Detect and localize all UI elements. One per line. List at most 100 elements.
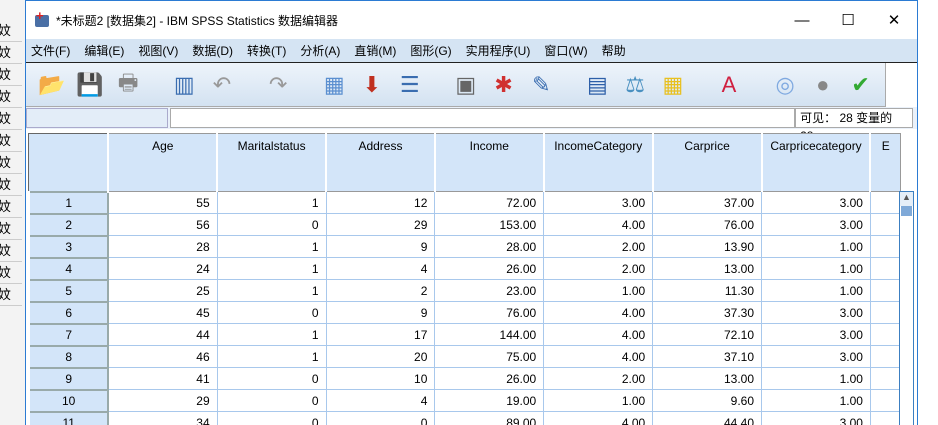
- column-header-age[interactable]: Age: [107, 133, 218, 192]
- open-icon[interactable]: 📂: [38, 69, 65, 101]
- goto-case-icon[interactable]: ▦: [321, 69, 348, 101]
- column-header-maritalstatus[interactable]: Maritalstatus: [216, 133, 327, 192]
- data-cell[interactable]: [869, 257, 902, 280]
- data-cell[interactable]: 1: [216, 191, 327, 214]
- row-header[interactable]: 4: [27, 256, 110, 281]
- data-cell[interactable]: 144.00: [434, 323, 545, 346]
- data-cell[interactable]: 41: [107, 367, 218, 390]
- data-cell[interactable]: 153.00: [434, 213, 545, 236]
- data-cell[interactable]: 76.00: [434, 301, 545, 324]
- data-cell[interactable]: [869, 345, 902, 368]
- data-cell[interactable]: 2.00: [543, 367, 654, 390]
- data-cell[interactable]: 1.00: [761, 257, 871, 280]
- row-header[interactable]: 8: [27, 344, 110, 369]
- data-cell[interactable]: 23.00: [434, 279, 545, 302]
- data-cell[interactable]: 13.00: [652, 257, 763, 280]
- row-header[interactable]: 7: [27, 322, 110, 347]
- minimize-button[interactable]: —: [779, 1, 825, 39]
- row-header[interactable]: 10: [27, 388, 110, 413]
- close-button[interactable]: ✕: [871, 1, 917, 39]
- data-cell[interactable]: 3.00: [761, 213, 871, 236]
- row-header[interactable]: 2: [27, 212, 110, 237]
- data-cell[interactable]: 72.10: [652, 323, 763, 346]
- data-cell[interactable]: 1: [216, 235, 327, 258]
- data-cell[interactable]: [869, 323, 902, 346]
- goto-variable-icon[interactable]: ⬇: [359, 69, 386, 101]
- data-cell[interactable]: 26.00: [434, 257, 545, 280]
- data-cell[interactable]: 0: [216, 411, 327, 425]
- data-cell[interactable]: 28.00: [434, 235, 545, 258]
- menu-item-2[interactable]: 视图(V): [138, 42, 178, 59]
- data-cell[interactable]: 76.00: [652, 213, 763, 236]
- data-cell[interactable]: 1: [216, 279, 327, 302]
- data-cell[interactable]: 4.00: [543, 301, 654, 324]
- data-cell[interactable]: 3.00: [761, 345, 871, 368]
- select-cases-icon[interactable]: ▦: [660, 69, 687, 101]
- find-icon[interactable]: ▣: [452, 69, 479, 101]
- data-cell[interactable]: 1.00: [543, 389, 654, 412]
- data-cell[interactable]: [869, 235, 902, 258]
- data-cell[interactable]: [869, 389, 902, 412]
- spell-check-icon[interactable]: ✔: [847, 69, 874, 101]
- data-cell[interactable]: 0: [325, 411, 436, 425]
- column-header-carprice[interactable]: Carprice: [651, 133, 763, 192]
- data-cell[interactable]: 55: [107, 191, 218, 214]
- column-header-incomecategory[interactable]: IncomeCategory: [542, 133, 654, 192]
- data-cell[interactable]: 1.00: [761, 389, 871, 412]
- data-cell[interactable]: 37.30: [652, 301, 763, 324]
- use-sets-icon[interactable]: ◎: [772, 69, 799, 101]
- row-header[interactable]: 3: [27, 234, 110, 259]
- data-cell[interactable]: 9: [325, 235, 436, 258]
- column-header-carpricecategory[interactable]: Carpricecategory: [760, 133, 871, 192]
- menu-item-9[interactable]: 窗口(W): [544, 42, 587, 59]
- data-cell[interactable]: [869, 411, 902, 425]
- menu-item-3[interactable]: 数据(D): [192, 42, 233, 59]
- data-cell[interactable]: 26.00: [434, 367, 545, 390]
- data-cell[interactable]: 13.00: [652, 367, 763, 390]
- menu-item-4[interactable]: 转换(T): [247, 42, 286, 59]
- data-cell[interactable]: 24: [107, 257, 218, 280]
- grid-corner[interactable]: [28, 133, 109, 192]
- data-cell[interactable]: 9: [325, 301, 436, 324]
- split-file-icon[interactable]: ▤: [584, 69, 611, 101]
- data-cell[interactable]: 3.00: [761, 191, 871, 214]
- data-cell[interactable]: 75.00: [434, 345, 545, 368]
- save-icon[interactable]: 💾: [76, 69, 103, 101]
- data-cell[interactable]: 29: [325, 213, 436, 236]
- data-cell[interactable]: [869, 367, 902, 390]
- data-cell[interactable]: 1.00: [761, 279, 871, 302]
- menu-item-5[interactable]: 分析(A): [300, 42, 340, 59]
- data-cell[interactable]: [869, 213, 902, 236]
- column-header-e[interactable]: E: [869, 133, 902, 192]
- cell-value-field[interactable]: [169, 108, 796, 128]
- data-cell[interactable]: 44: [107, 323, 218, 346]
- insert-cases-icon[interactable]: ✱: [490, 69, 517, 101]
- scroll-thumb[interactable]: [901, 206, 912, 216]
- data-cell[interactable]: 72.00: [434, 191, 545, 214]
- column-header-income[interactable]: Income: [433, 133, 545, 192]
- vertical-scrollbar[interactable]: ▲: [899, 191, 914, 425]
- data-cell[interactable]: 13.90: [652, 235, 763, 258]
- data-cell[interactable]: 1.00: [761, 235, 871, 258]
- data-cell[interactable]: 56: [107, 213, 218, 236]
- data-cell[interactable]: [869, 191, 902, 214]
- data-cell[interactable]: 45: [107, 301, 218, 324]
- data-cell[interactable]: 4.00: [543, 411, 654, 425]
- value-labels-icon[interactable]: A: [716, 69, 743, 101]
- data-cell[interactable]: 1.00: [761, 367, 871, 390]
- row-header[interactable]: 11: [27, 410, 110, 425]
- data-cell[interactable]: 4: [325, 389, 436, 412]
- data-cell[interactable]: 0: [216, 389, 327, 412]
- data-cell[interactable]: 11.30: [652, 279, 763, 302]
- data-cell[interactable]: 4: [325, 257, 436, 280]
- redo-icon[interactable]: ↷: [265, 69, 292, 101]
- data-cell[interactable]: 1.00: [543, 279, 654, 302]
- row-header[interactable]: 5: [27, 278, 110, 303]
- scroll-up-arrow-icon[interactable]: ▲: [900, 192, 913, 206]
- data-cell[interactable]: 1: [216, 323, 327, 346]
- data-cell[interactable]: 0: [216, 301, 327, 324]
- data-cell[interactable]: 25: [107, 279, 218, 302]
- variables-icon[interactable]: ☰: [396, 69, 423, 101]
- data-cell[interactable]: 44.40: [652, 411, 763, 425]
- data-cell[interactable]: 4.00: [543, 345, 654, 368]
